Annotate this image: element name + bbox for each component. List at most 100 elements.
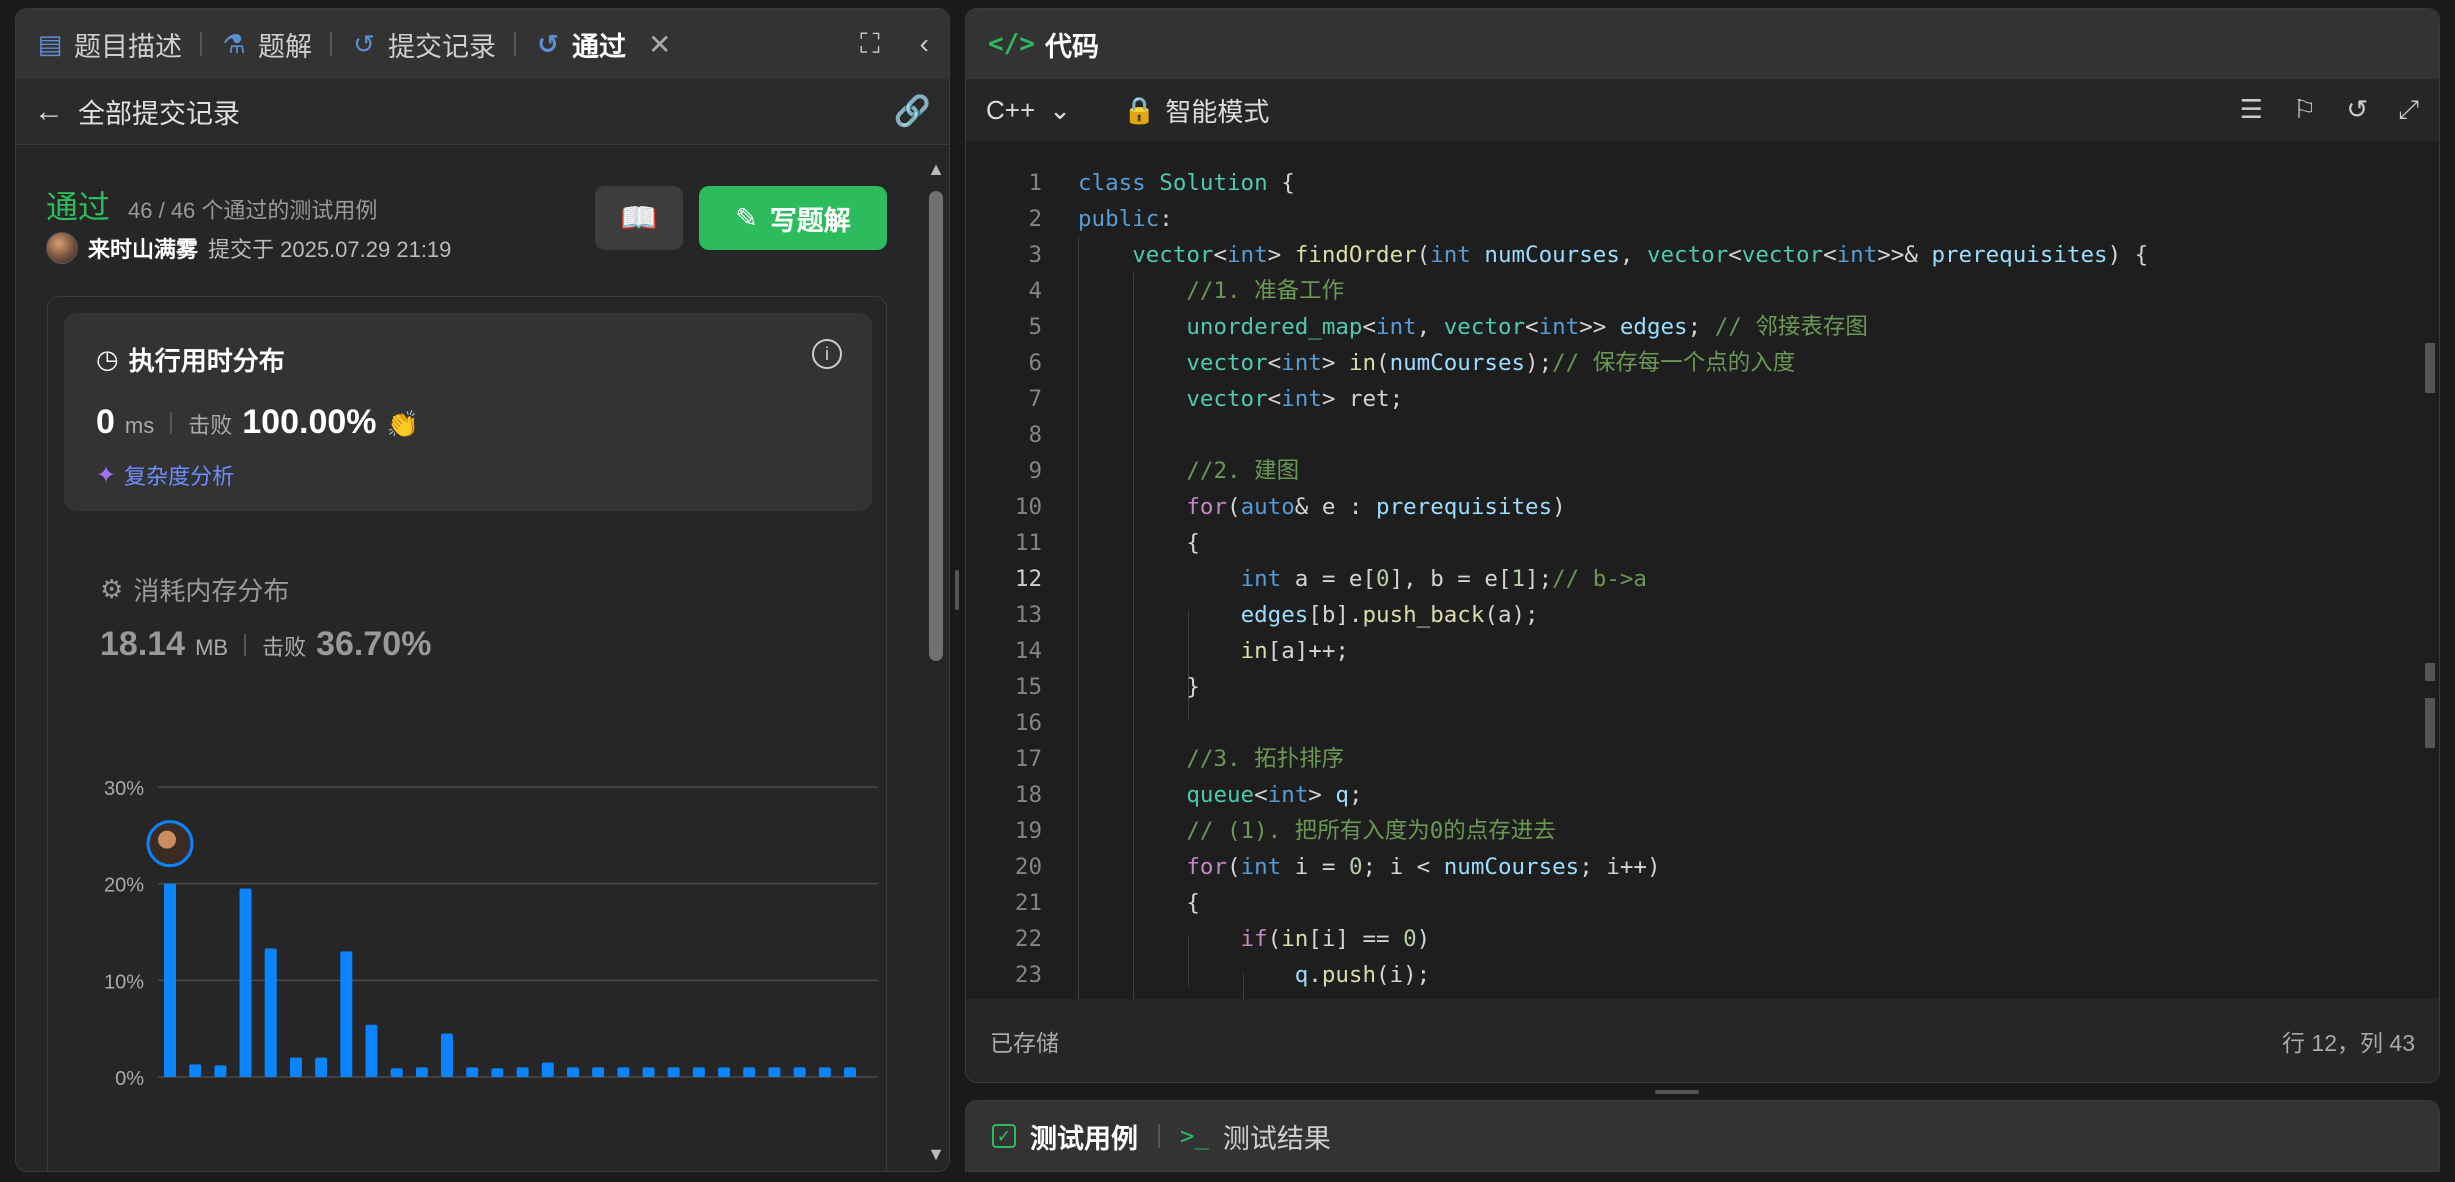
line-number: 9 — [1028, 458, 1042, 484]
code-line[interactable]: q.push(i); — [1078, 957, 2409, 993]
format-icon[interactable]: ☰ — [2240, 94, 2263, 126]
info-icon[interactable]: i — [812, 339, 842, 369]
code-line[interactable]: } — [1078, 669, 2409, 705]
all-submissions-link[interactable]: 全部提交记录 — [78, 92, 240, 131]
editor-scrollbar[interactable] — [2425, 343, 2435, 393]
code-line[interactable]: vector<int> findOrder(int numCourses, ve… — [1078, 237, 2409, 273]
code-line[interactable]: //2. 建图 — [1078, 453, 2409, 489]
distribution-bar[interactable] — [214, 1065, 227, 1077]
memory-value: 18.14 — [100, 625, 186, 663]
tab-accepted[interactable]: ↺ 通过 ✕ — [534, 9, 671, 79]
code-line[interactable]: ​ — [1078, 417, 2409, 453]
distribution-bar[interactable] — [340, 951, 353, 1077]
scroll-down-icon[interactable]: ▼ — [927, 1144, 945, 1165]
code-line[interactable]: unordered_map<int, vector<int>> edges; /… — [1078, 309, 2409, 345]
tab-solutions[interactable]: ⚗ 题解 — [220, 9, 312, 79]
runtime-card[interactable]: ◷ 执行用时分布 i 0 ms 击败 100.00% 👏 ✦ 复杂度分析 — [64, 313, 872, 511]
code-line[interactable]: //3. 拓扑排序 — [1078, 741, 2409, 777]
clap-icon: 👏 — [386, 409, 419, 439]
code-line[interactable]: for(int i = 0; i < numCourses; i++) — [1078, 849, 2409, 885]
distribution-bar[interactable] — [617, 1067, 630, 1077]
expand-icon[interactable]: ⤢ — [2398, 94, 2419, 126]
avatar[interactable] — [46, 232, 78, 264]
distribution-bar[interactable] — [642, 1067, 655, 1077]
distribution-bar[interactable] — [466, 1067, 479, 1077]
code-line[interactable]: { — [1078, 885, 2409, 921]
distribution-bar[interactable] — [516, 1067, 529, 1077]
distribution-bar[interactable] — [566, 1067, 579, 1077]
memory-unit: MB — [195, 635, 229, 660]
language-label: C++ — [986, 94, 1036, 125]
book-button[interactable]: 📖 — [595, 186, 683, 250]
distribution-bar[interactable] — [793, 1067, 806, 1077]
code-line[interactable]: if(in[i] == 0) — [1078, 921, 2409, 957]
code-line[interactable]: vector<int> ret; — [1078, 381, 2409, 417]
scrollbar-thumb[interactable] — [929, 191, 943, 661]
distribution-bar[interactable] — [491, 1068, 504, 1077]
code-line[interactable]: public: — [1078, 201, 2409, 237]
distribution-bar[interactable] — [264, 948, 277, 1077]
code-line[interactable]: // (1). 把所有入度为0的点存进去 — [1078, 813, 2409, 849]
distribution-bar[interactable] — [441, 1033, 454, 1078]
editor-toolbar: C++ ⌄ 🔒 智能模式 ☰ ⚐ ↺ ⤢ — [966, 79, 2439, 141]
smart-mode-toggle[interactable]: 🔒 智能模式 — [1123, 92, 1269, 129]
line-number: 4 — [1028, 278, 1042, 304]
code-line[interactable]: class Solution { — [1078, 165, 2409, 201]
avatar — [158, 830, 176, 849]
save-status: 已存储 — [990, 1029, 1059, 1056]
chevron-down-icon: ⌄ — [1049, 94, 1071, 125]
memory-header[interactable]: ⚙ 消耗内存分布 — [100, 571, 289, 608]
distribution-bar[interactable] — [289, 1057, 302, 1077]
scroll-up-icon[interactable]: ▲ — [927, 159, 945, 180]
language-select[interactable]: C++ ⌄ — [986, 95, 1071, 126]
code-line[interactable]: queue<int> q; — [1078, 777, 2409, 813]
author-name[interactable]: 来时山满雾 — [88, 232, 198, 264]
reset-icon[interactable]: ↺ — [2346, 94, 2368, 126]
distribution-bar[interactable] — [592, 1067, 605, 1077]
code-line[interactable]: vector<int> in(numCourses);// 保存每一个点的入度 — [1078, 345, 2409, 381]
editor-scroll-marker — [2425, 663, 2435, 681]
panel-resize-handle[interactable] — [955, 570, 959, 610]
code-line[interactable]: for(auto& e : prerequisites) — [1078, 489, 2409, 525]
distribution-bar[interactable] — [164, 883, 176, 1077]
distribution-bar[interactable] — [390, 1068, 403, 1077]
code-line[interactable]: int a = e[0], b = e[1];// b->a — [1078, 561, 2409, 597]
vertical-resize-handle[interactable] — [1655, 1090, 1699, 1094]
distribution-bar[interactable] — [743, 1067, 756, 1077]
complexity-analysis-link[interactable]: ✦ 复杂度分析 — [96, 459, 234, 491]
chevron-left-icon[interactable]: ‹ — [920, 28, 929, 61]
line-number: 22 — [1014, 926, 1042, 952]
distribution-bar[interactable] — [718, 1067, 731, 1077]
y-tick-label: 30% — [104, 778, 144, 800]
distribution-bar[interactable] — [315, 1057, 328, 1077]
distribution-bar[interactable] — [239, 888, 252, 1078]
code-line[interactable]: in[a]++; — [1078, 633, 2409, 669]
distribution-bar[interactable] — [365, 1024, 378, 1077]
distribution-bar[interactable] — [189, 1064, 202, 1077]
distribution-bar[interactable] — [541, 1062, 554, 1078]
line-number: 13 — [1014, 602, 1042, 628]
code-line[interactable]: edges[b].push_back(a); — [1078, 597, 2409, 633]
distribution-bar[interactable] — [692, 1067, 705, 1077]
link-icon[interactable]: 🔗 — [894, 94, 931, 129]
distribution-bar[interactable] — [415, 1067, 428, 1077]
tab-testcase[interactable]: 测试用例 — [1030, 1117, 1138, 1156]
fullscreen-icon[interactable]: ⛶ — [860, 28, 880, 61]
distribution-bar[interactable] — [844, 1067, 856, 1077]
write-solution-button[interactable]: ✎ 写题解 — [699, 186, 887, 250]
code-line[interactable]: { — [1078, 525, 2409, 561]
runtime-distribution-chart[interactable]: 30%20%10%0%10ms20ms — [88, 747, 888, 1087]
code-line[interactable]: //1. 准备工作 — [1078, 273, 2409, 309]
close-icon[interactable]: ✕ — [648, 28, 671, 61]
code-editor[interactable]: 123456789101112131415161718192021222324 … — [966, 143, 2439, 1001]
bookmark-icon[interactable]: ⚐ — [2293, 94, 2316, 126]
tab-description[interactable]: ▤ 题目描述 — [36, 9, 182, 79]
line-number: 16 — [1014, 710, 1042, 736]
arrow-left-icon[interactable]: ← — [34, 95, 78, 129]
tab-test-result[interactable]: 测试结果 — [1223, 1117, 1331, 1156]
code-line[interactable]: ​ — [1078, 705, 2409, 741]
distribution-bar[interactable] — [818, 1067, 831, 1077]
tab-submissions[interactable]: ↺ 提交记录 — [350, 9, 496, 79]
distribution-bar[interactable] — [667, 1067, 680, 1077]
distribution-bar[interactable] — [768, 1067, 781, 1077]
